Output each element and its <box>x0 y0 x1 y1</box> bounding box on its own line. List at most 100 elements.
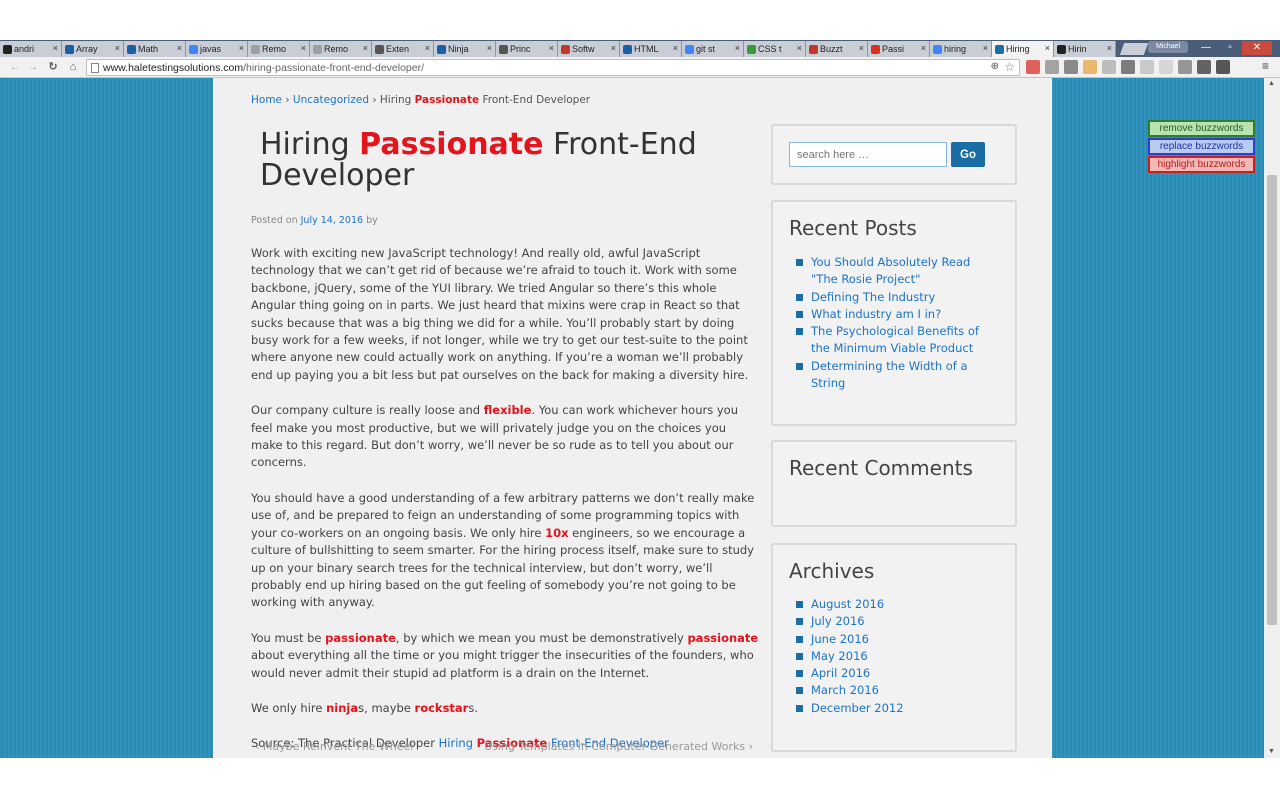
browser-tab[interactable]: Exten × <box>372 41 434 57</box>
tab-close-icon[interactable]: × <box>1107 43 1112 53</box>
bookmark-star-icon[interactable]: ☆ <box>1004 60 1015 74</box>
archive-item-link[interactable]: July 2016 <box>811 614 865 628</box>
extension-icon[interactable] <box>1178 60 1192 74</box>
tab-close-icon[interactable]: × <box>611 43 616 53</box>
close-window-icon[interactable]: ✕ <box>1242 41 1272 55</box>
buzzword-highlight: 10x <box>545 525 569 540</box>
browser-tab[interactable]: Math × <box>124 41 186 57</box>
recent-post-item-link[interactable]: The Psychological Benefits of the Minimu… <box>811 324 979 355</box>
forward-icon[interactable]: → <box>26 60 40 74</box>
browser-tab[interactable]: Array × <box>62 41 124 57</box>
vertical-scrollbar[interactable]: ▲ ▼ <box>1264 78 1280 758</box>
menu-icon[interactable]: ≡ <box>1262 59 1269 73</box>
tab-close-icon[interactable]: × <box>53 43 58 53</box>
new-tab-button[interactable] <box>1119 43 1149 55</box>
minimize-icon[interactable]: — <box>1194 41 1218 55</box>
tab-close-icon[interactable]: × <box>859 43 864 53</box>
recent-post-item: What industry am I in? <box>796 306 991 323</box>
extension-icon[interactable] <box>1159 60 1173 74</box>
profile-button[interactable]: Michael <box>1148 41 1188 53</box>
browser-tab[interactable]: CSS t × <box>744 41 806 57</box>
search-input[interactable] <box>789 142 947 167</box>
tab-close-icon[interactable]: × <box>363 43 368 53</box>
tab-close-icon[interactable]: × <box>1045 43 1050 53</box>
archive-item-link[interactable]: December 2012 <box>811 701 904 715</box>
scroll-down-icon[interactable]: ▼ <box>1268 748 1275 755</box>
browser-tab[interactable]: Hirin × <box>1054 41 1116 57</box>
replace-buzzwords-button[interactable]: replace buzzwords <box>1148 138 1255 155</box>
tab-title: Remo <box>324 44 349 54</box>
search-go-button[interactable]: Go <box>951 142 985 167</box>
breadcrumb-home-link[interactable]: Home <box>251 94 282 106</box>
archive-item-link[interactable]: March 2016 <box>811 683 879 697</box>
browser-tab[interactable]: HTML × <box>620 41 682 57</box>
zoom-icon[interactable]: ⊕ <box>991 61 999 72</box>
extension-icon[interactable] <box>1026 60 1040 74</box>
post-title-text: Hiring <box>260 127 360 162</box>
archive-item-link[interactable]: April 2016 <box>811 666 870 680</box>
extension-icon[interactable] <box>1216 60 1230 74</box>
tab-close-icon[interactable]: × <box>797 43 802 53</box>
browser-toolbar: ← → ↻ ⌂ www.haletestingsolutions.com/hir… <box>0 57 1280 78</box>
browser-tab[interactable]: Buzzt × <box>806 41 868 57</box>
home-icon[interactable]: ⌂ <box>66 60 80 74</box>
browser-tab[interactable]: javas × <box>186 41 248 57</box>
recent-post-item-link[interactable]: Defining The Industry <box>811 290 935 304</box>
breadcrumb-category-link[interactable]: Uncategorized <box>293 94 369 106</box>
post-date-link[interactable]: July 14, 2016 <box>301 215 363 226</box>
extension-icon[interactable] <box>1102 60 1116 74</box>
tab-close-icon[interactable]: × <box>983 43 988 53</box>
browser-tab[interactable]: Passi × <box>868 41 930 57</box>
page-icon <box>313 44 322 54</box>
browser-tab[interactable]: hiring × <box>930 41 992 57</box>
tab-list: andri × Array × Math × javas × Remo × Remo × Exten × N… <box>0 41 1149 57</box>
reload-icon[interactable]: ↻ <box>46 60 60 74</box>
remove-buzzwords-button[interactable]: remove buzzwords <box>1148 120 1255 137</box>
url-host: www.haletestingsolutions.com <box>103 62 244 74</box>
tab-close-icon[interactable]: × <box>673 43 678 53</box>
extension-icon[interactable] <box>1197 60 1211 74</box>
maximize-icon[interactable]: ▫ <box>1218 41 1242 55</box>
tab-title: Softw <box>572 44 595 54</box>
buzzword-highlight: flexible <box>483 403 532 418</box>
tab-close-icon[interactable]: × <box>301 43 306 53</box>
recent-post-item-link[interactable]: Determining the Width of a String <box>811 359 968 390</box>
back-icon[interactable]: ← <box>8 60 22 74</box>
highlight-buzzwords-button[interactable]: highlight buzzwords <box>1148 156 1255 173</box>
extension-icon[interactable] <box>1083 60 1097 74</box>
address-bar[interactable]: www.haletestingsolutions.com/hiring-pass… <box>86 59 1020 76</box>
tab-close-icon[interactable]: × <box>425 43 430 53</box>
extension-icon[interactable] <box>1045 60 1059 74</box>
browser-tab[interactable]: Princ × <box>496 41 558 57</box>
url-text[interactable]: www.haletestingsolutions.com/hiring-pass… <box>103 62 424 74</box>
tab-close-icon[interactable]: × <box>239 43 244 53</box>
browser-tab[interactable]: Softw × <box>558 41 620 57</box>
tab-close-icon[interactable]: × <box>115 43 120 53</box>
scroll-up-icon[interactable]: ▲ <box>1268 80 1275 87</box>
tab-close-icon[interactable]: × <box>487 43 492 53</box>
recent-post-item-link[interactable]: What industry am I in? <box>811 307 941 321</box>
archive-item-link[interactable]: June 2016 <box>811 632 869 646</box>
browser-tab[interactable]: andri × <box>0 41 62 57</box>
tab-close-icon[interactable]: × <box>921 43 926 53</box>
browser-tab[interactable]: Remo × <box>248 41 310 57</box>
archive-item-link[interactable]: August 2016 <box>811 597 884 611</box>
tab-close-icon[interactable]: × <box>177 43 182 53</box>
tab-close-icon[interactable]: × <box>735 43 740 53</box>
extension-icon[interactable] <box>1140 60 1154 74</box>
browser-tab[interactable]: Hiring × <box>992 41 1054 57</box>
browser-tab[interactable]: Ninja × <box>434 41 496 57</box>
shield-icon <box>995 44 1004 54</box>
tab-title: andri <box>14 44 35 54</box>
extension-icon[interactable] <box>1064 60 1078 74</box>
browser-tab[interactable]: Remo × <box>310 41 372 57</box>
archive-item-link[interactable]: May 2016 <box>811 649 868 663</box>
extension-icon[interactable] <box>1121 60 1135 74</box>
browser-tab[interactable]: git st × <box>682 41 744 57</box>
tab-close-icon[interactable]: × <box>549 43 554 53</box>
mdn-icon <box>127 44 136 54</box>
recent-post-item-link[interactable]: You Should Absolutely Read "The Rosie Pr… <box>811 255 970 286</box>
next-post-link[interactable]: Using Templates in Computer-Generated Wo… <box>484 740 753 753</box>
scrollbar-thumb[interactable] <box>1267 175 1277 625</box>
previous-post-link[interactable]: ‹ Maybe Reinvent The Wheel <box>255 740 413 753</box>
